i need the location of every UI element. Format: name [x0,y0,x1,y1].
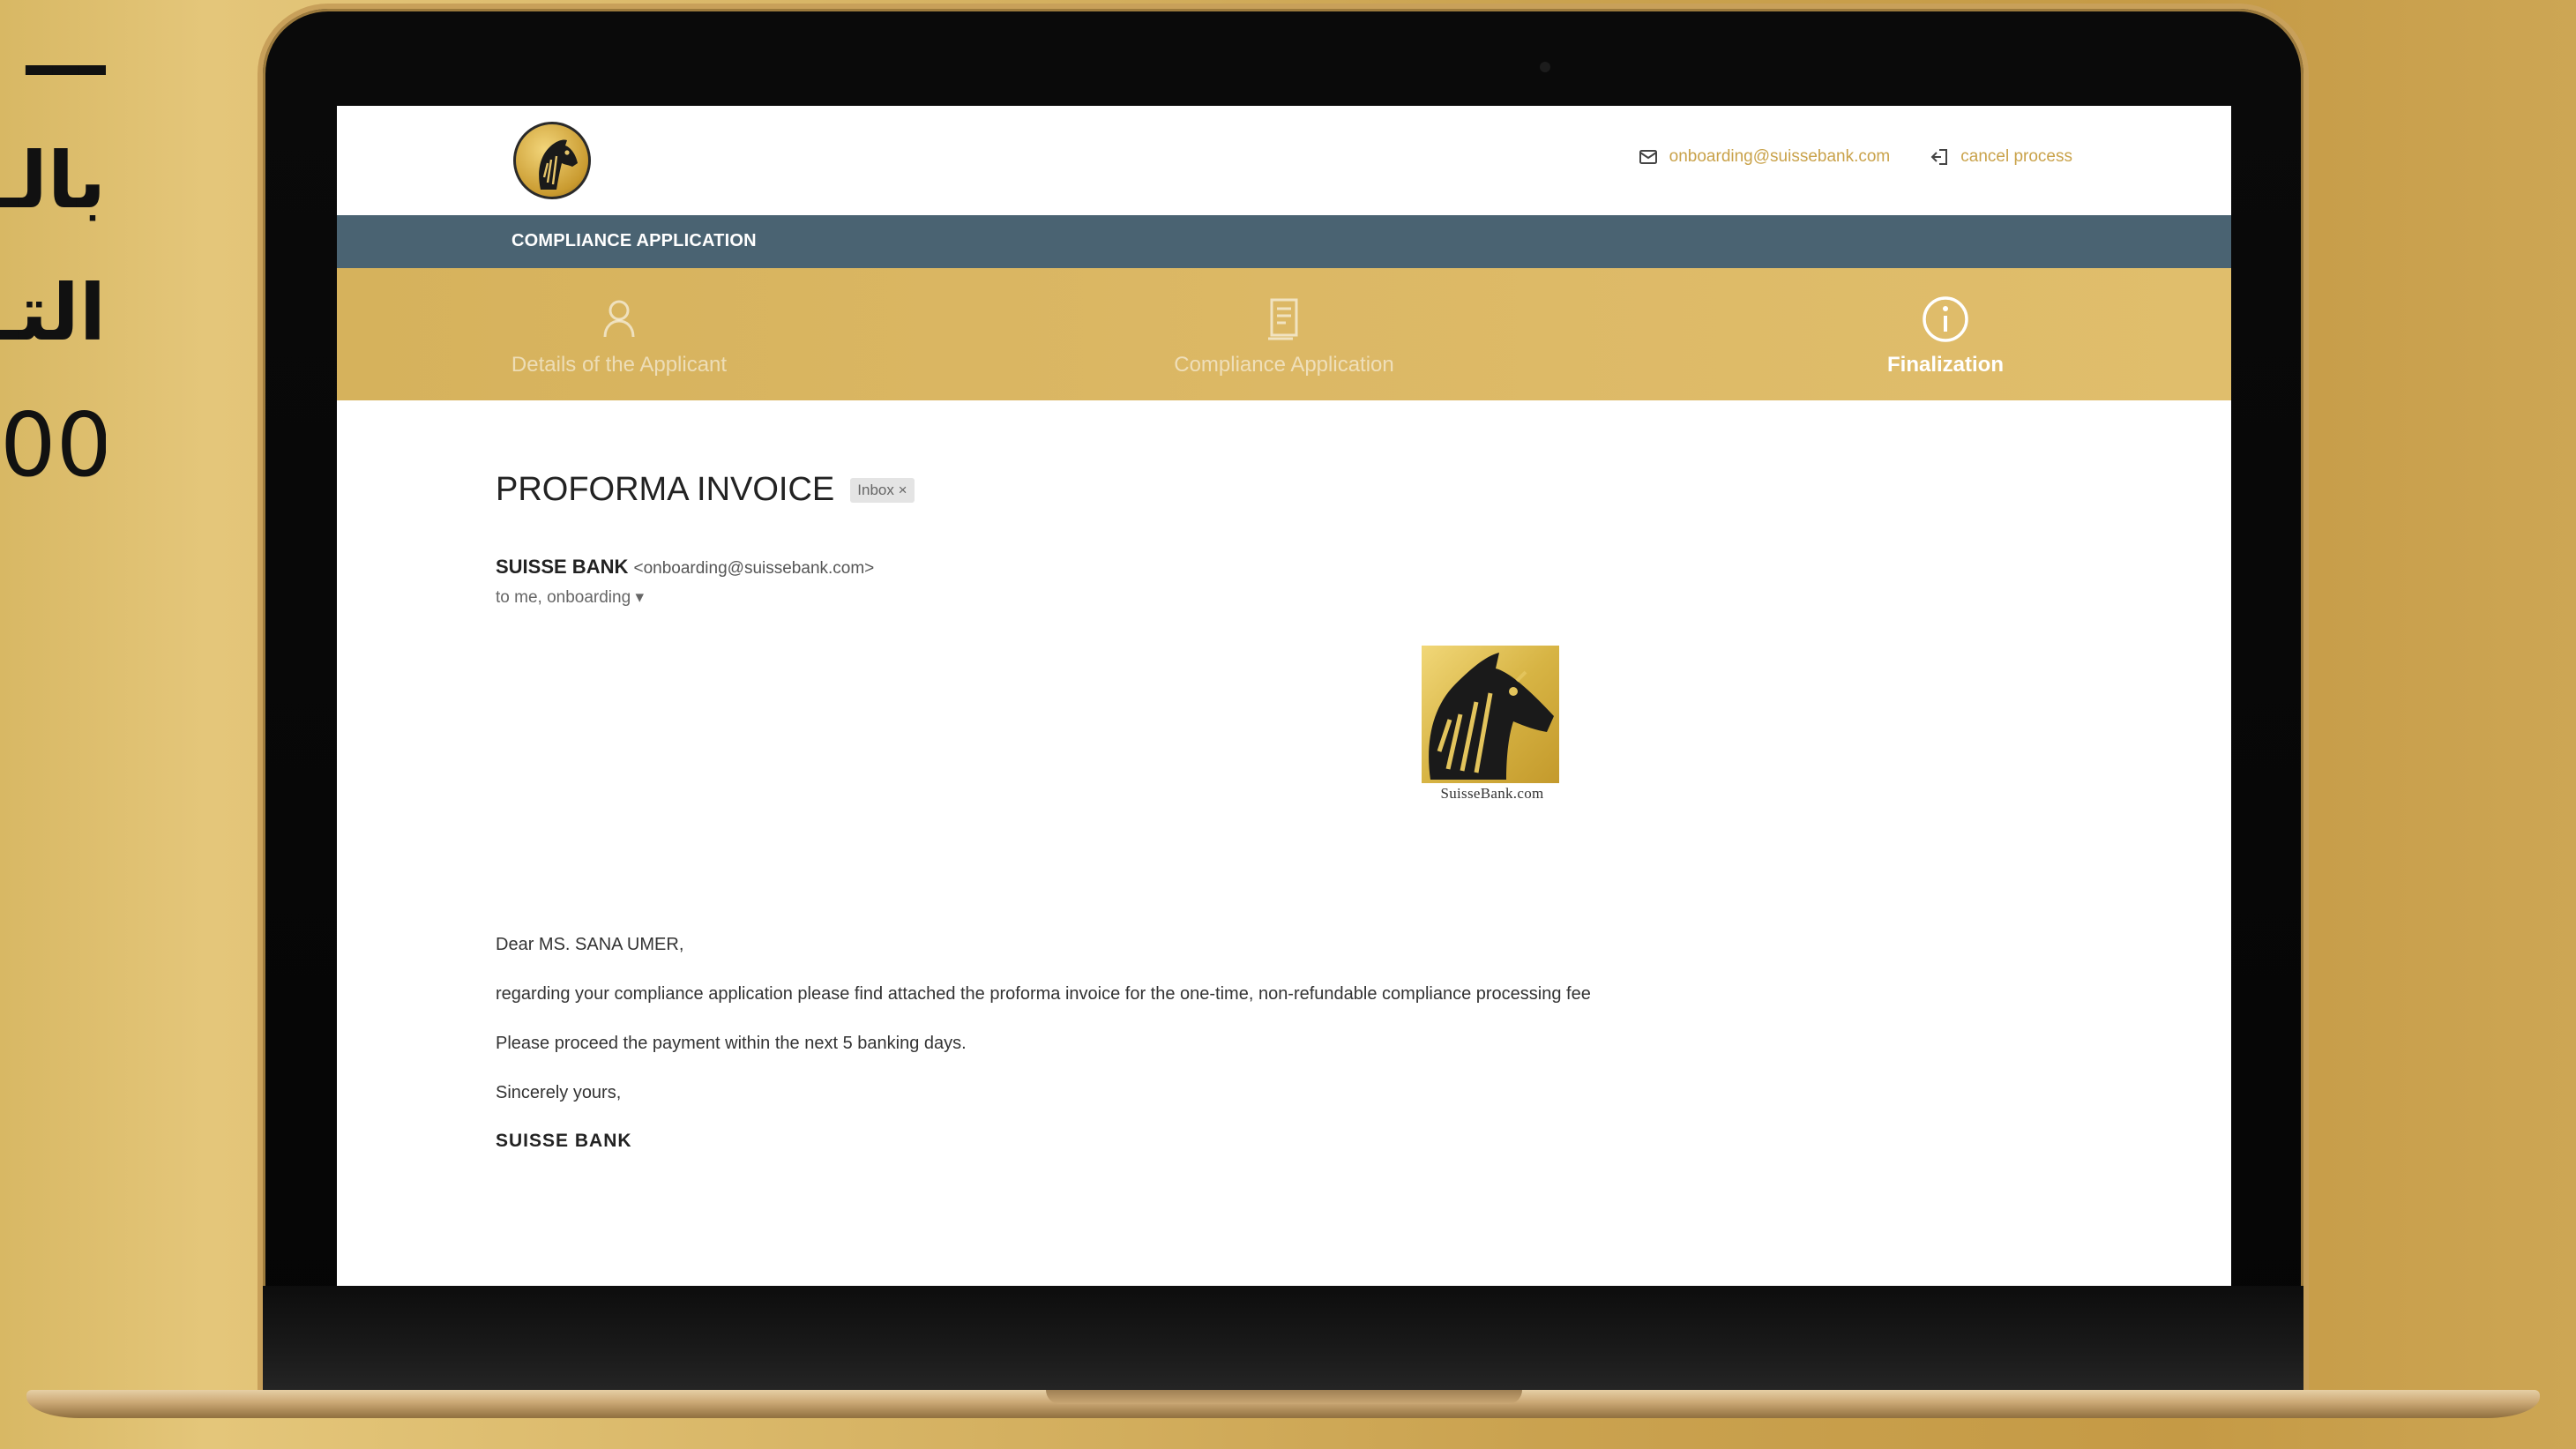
email-body-line: Please proceed the payment within the ne… [496,1034,967,1053]
side-caption-line: بالـ [0,135,106,226]
envelope-icon [1638,146,1659,168]
horse-icon [539,139,578,190]
document-icon [1268,298,1298,340]
bank-logo[interactable] [513,122,591,199]
sender-address: <onboarding@suissebank.com> [633,559,875,578]
step-compliance-application[interactable]: Compliance Application [1099,268,1469,400]
step-label: Details of the Applicant [511,353,728,377]
email-signature: SUISSE BANK [496,1131,632,1151]
laptop-screen: onboarding@suissebank.com cancel process… [337,106,2231,1286]
step-label: Finalization [1887,353,2004,377]
email-view: PROFORMA INVOICE Inbox × SUISSE BANK <on… [496,400,2171,1282]
top-bar: onboarding@suissebank.com cancel process [337,106,2231,215]
side-caption: ـــ بالـ التـ 00 [0,0,106,512]
side-caption-line: 00 [0,393,106,497]
camera-dot [1540,62,1550,72]
email-greeting: Dear MS. SANA UMER, [496,935,684,954]
step-applicant-details[interactable]: Details of the Applicant [434,268,804,400]
step-label: Compliance Application [1174,353,1394,377]
cancel-process-text: cancel process [1960,147,2072,166]
sender-name: SUISSE BANK [496,556,629,578]
top-links: onboarding@suissebank.com cancel process [1638,146,2072,168]
horse-icon [1429,653,1554,780]
email-logo-caption: SuisseBank.com [1440,785,1544,802]
contact-email-text: onboarding@suissebank.com [1669,147,1891,166]
sender-row: SUISSE BANK <onboarding@suissebank.com> [496,556,874,579]
recipients-toggle[interactable]: to me, onboarding ▾ [496,587,644,608]
email-logo: SuisseBank.com [1422,646,1563,806]
exit-icon [1929,146,1950,168]
app-navbar: COMPLIANCE APPLICATION [337,215,2231,268]
contact-email-link[interactable]: onboarding@suissebank.com [1638,146,1891,168]
inbox-label-chip[interactable]: Inbox × [850,477,915,503]
laptop-bezel [263,1286,2303,1395]
side-caption-line: التـ [0,267,106,358]
user-icon [603,300,635,338]
cancel-process-link[interactable]: cancel process [1929,146,2072,168]
step-finalization[interactable]: Finalization [1760,268,2131,400]
side-caption-line: ـــ [26,3,106,93]
progress-steps: Details of the Applicant Compliance Appl… [337,268,2231,400]
email-body-line: regarding your compliance application pl… [496,984,1591,1004]
email-closing: Sincerely yours, [496,1083,622,1102]
email-logo-image [1422,646,1559,783]
app-title: COMPLIANCE APPLICATION [511,231,757,250]
info-icon [1923,296,1968,342]
email-subject: PROFORMA INVOICE [496,471,835,508]
laptop-notch [1046,1390,1522,1404]
subject-row: PROFORMA INVOICE Inbox × [496,471,915,509]
